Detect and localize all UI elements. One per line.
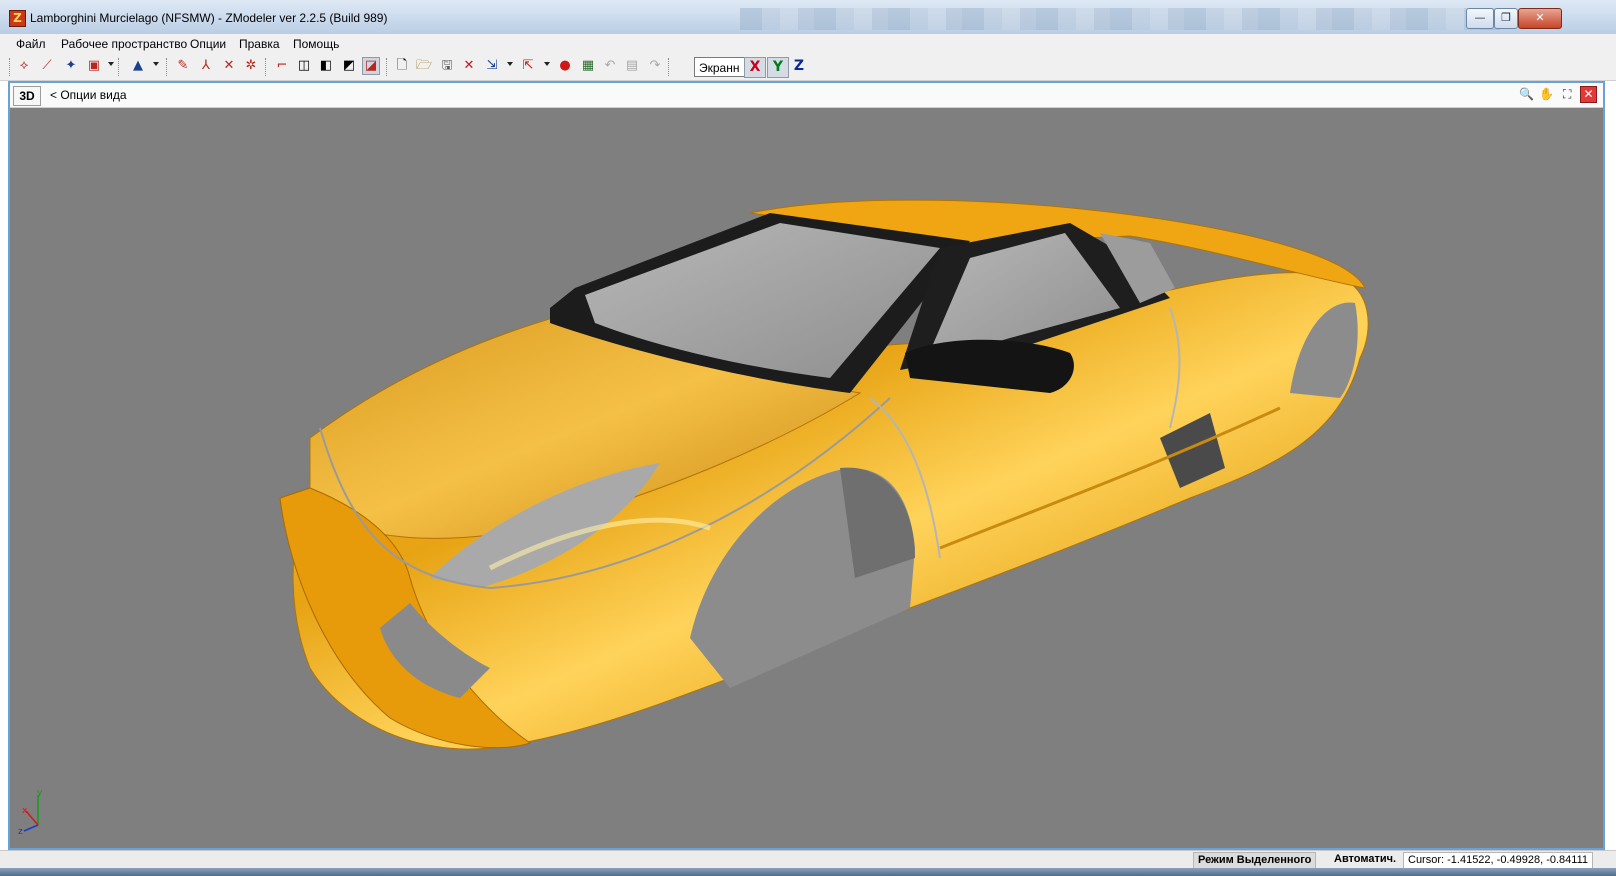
selection-mode-status: Режим Выделенного bbox=[1193, 852, 1317, 869]
move-axis-icon[interactable]: ⅄ bbox=[197, 57, 215, 75]
rotate-axis-icon[interactable]: ✕ bbox=[220, 57, 238, 75]
toolbar-separator bbox=[386, 58, 389, 76]
axis-x-toggle[interactable]: X bbox=[744, 57, 766, 78]
main-toolbar: ⟡ ⟋ ✦ ▣ ▲ ✎ ⅄ ✕ ✲ ⌐ ◫ ◧ ◩ ◪ 🗋 🗁 🖫 ✕ ⇲ ⇱ … bbox=[0, 54, 1616, 81]
toolbar-grip bbox=[9, 58, 12, 76]
view-mode-value: Экранн bbox=[699, 61, 740, 75]
shaded-view-icon[interactable]: ◩ bbox=[340, 57, 358, 75]
viewport-3d[interactable]: 3D < Опции вида 🔍 ✋ ⛶ ✕ y x z bbox=[8, 81, 1605, 850]
status-bar: Режим Выделенного Автоматич. Cursor: -1.… bbox=[0, 850, 1616, 869]
cursor-coordinates: Cursor: -1.41522, -0.49928, -0.84111 bbox=[1403, 852, 1593, 869]
open-file-icon[interactable]: 🗁 bbox=[415, 57, 433, 75]
selection-dropdown-icon[interactable] bbox=[108, 62, 114, 66]
minimize-button[interactable]: — bbox=[1466, 8, 1494, 29]
auto-mode-status: Автоматич. bbox=[1334, 853, 1397, 865]
viewport-header: 3D < Опции вида 🔍 ✋ ⛶ ✕ bbox=[10, 83, 1603, 108]
select-object-icon[interactable]: ▣ bbox=[85, 57, 103, 75]
os-taskbar-edge bbox=[0, 868, 1616, 876]
menu-workspace[interactable]: Рабочее пространство bbox=[61, 37, 187, 51]
delete-icon[interactable]: ✕ bbox=[460, 57, 478, 75]
new-file-icon[interactable]: 🗋 bbox=[393, 57, 411, 75]
vertex-view-icon[interactable]: ⌐ bbox=[273, 57, 291, 75]
maximize-button[interactable]: ❐ bbox=[1494, 8, 1518, 29]
select-vertex-icon[interactable]: ⟡ bbox=[15, 57, 33, 75]
cone-primitive-icon[interactable]: ▲ bbox=[129, 57, 147, 75]
textured-view-icon[interactable]: ◪ bbox=[362, 57, 380, 75]
material-editor-icon[interactable]: ▦ bbox=[579, 57, 597, 75]
axis-gizmo: y x z bbox=[18, 788, 43, 837]
toolbar-separator bbox=[166, 58, 169, 76]
import-icon[interactable]: ⇲ bbox=[483, 57, 501, 75]
gizmo-x-label: x bbox=[22, 806, 28, 816]
undo-icon[interactable]: ↶ bbox=[601, 57, 619, 75]
menu-options[interactable]: Опции bbox=[190, 37, 226, 51]
hidden-line-view-icon[interactable]: ◧ bbox=[317, 57, 335, 75]
zoom-extents-icon[interactable]: ⛶ bbox=[1560, 87, 1575, 102]
export-dropdown-icon[interactable] bbox=[544, 62, 550, 66]
record-icon[interactable]: ● bbox=[556, 57, 574, 75]
gizmo-y-label: y bbox=[37, 788, 43, 798]
export-icon[interactable]: ⇱ bbox=[519, 57, 537, 75]
window-titlebar: Z Lamborghini Murcielago (NFSMW) - ZMode… bbox=[0, 0, 1616, 35]
menu-edit[interactable]: Правка bbox=[239, 37, 280, 51]
axis-z-toggle[interactable]: Z bbox=[789, 57, 809, 76]
axis-y-toggle[interactable]: Y bbox=[767, 57, 789, 78]
window-title: Lamborghini Murcielago (NFSMW) - ZModele… bbox=[30, 11, 388, 25]
menu-help[interactable]: Помощь bbox=[293, 37, 339, 51]
viewport-mode-button[interactable]: 3D bbox=[13, 86, 41, 106]
save-file-icon[interactable]: 🖫 bbox=[438, 57, 456, 75]
zmodeler-app-icon[interactable]: Z bbox=[9, 10, 26, 27]
titlebar-background-strip bbox=[740, 8, 1500, 30]
clipboard-icon[interactable]: ▤ bbox=[623, 57, 641, 75]
select-edge-icon[interactable]: ⟋ bbox=[38, 57, 56, 75]
close-viewport-icon[interactable]: ✕ bbox=[1580, 86, 1597, 103]
import-dropdown-icon[interactable] bbox=[507, 62, 513, 66]
toolbar-separator bbox=[118, 58, 121, 76]
toolbar-separator bbox=[668, 58, 671, 76]
toolbar-separator bbox=[265, 58, 268, 76]
zoom-icon[interactable]: 🔍 bbox=[1519, 87, 1534, 102]
menu-bar: Файл Рабочее пространство Опции Правка П… bbox=[0, 34, 1616, 54]
car-model-render: y x z bbox=[18, 199, 1369, 837]
redo-icon[interactable]: ↷ bbox=[646, 57, 664, 75]
pan-hand-icon[interactable]: ✋ bbox=[1539, 87, 1554, 102]
close-window-button[interactable]: ✕ bbox=[1518, 8, 1562, 29]
wireframe-view-icon[interactable]: ◫ bbox=[295, 57, 313, 75]
primitive-dropdown-icon[interactable] bbox=[153, 62, 159, 66]
gizmo-z-label: z bbox=[18, 827, 23, 837]
menu-file[interactable]: Файл bbox=[16, 37, 46, 51]
paint-brush-icon[interactable]: ✎ bbox=[174, 57, 192, 75]
view-options-toggle[interactable]: < Опции вида bbox=[50, 88, 127, 102]
scale-axis-icon[interactable]: ✲ bbox=[242, 57, 260, 75]
select-face-icon[interactable]: ✦ bbox=[62, 57, 80, 75]
viewport-controls: 🔍 ✋ ⛶ ✕ bbox=[1517, 86, 1597, 103]
